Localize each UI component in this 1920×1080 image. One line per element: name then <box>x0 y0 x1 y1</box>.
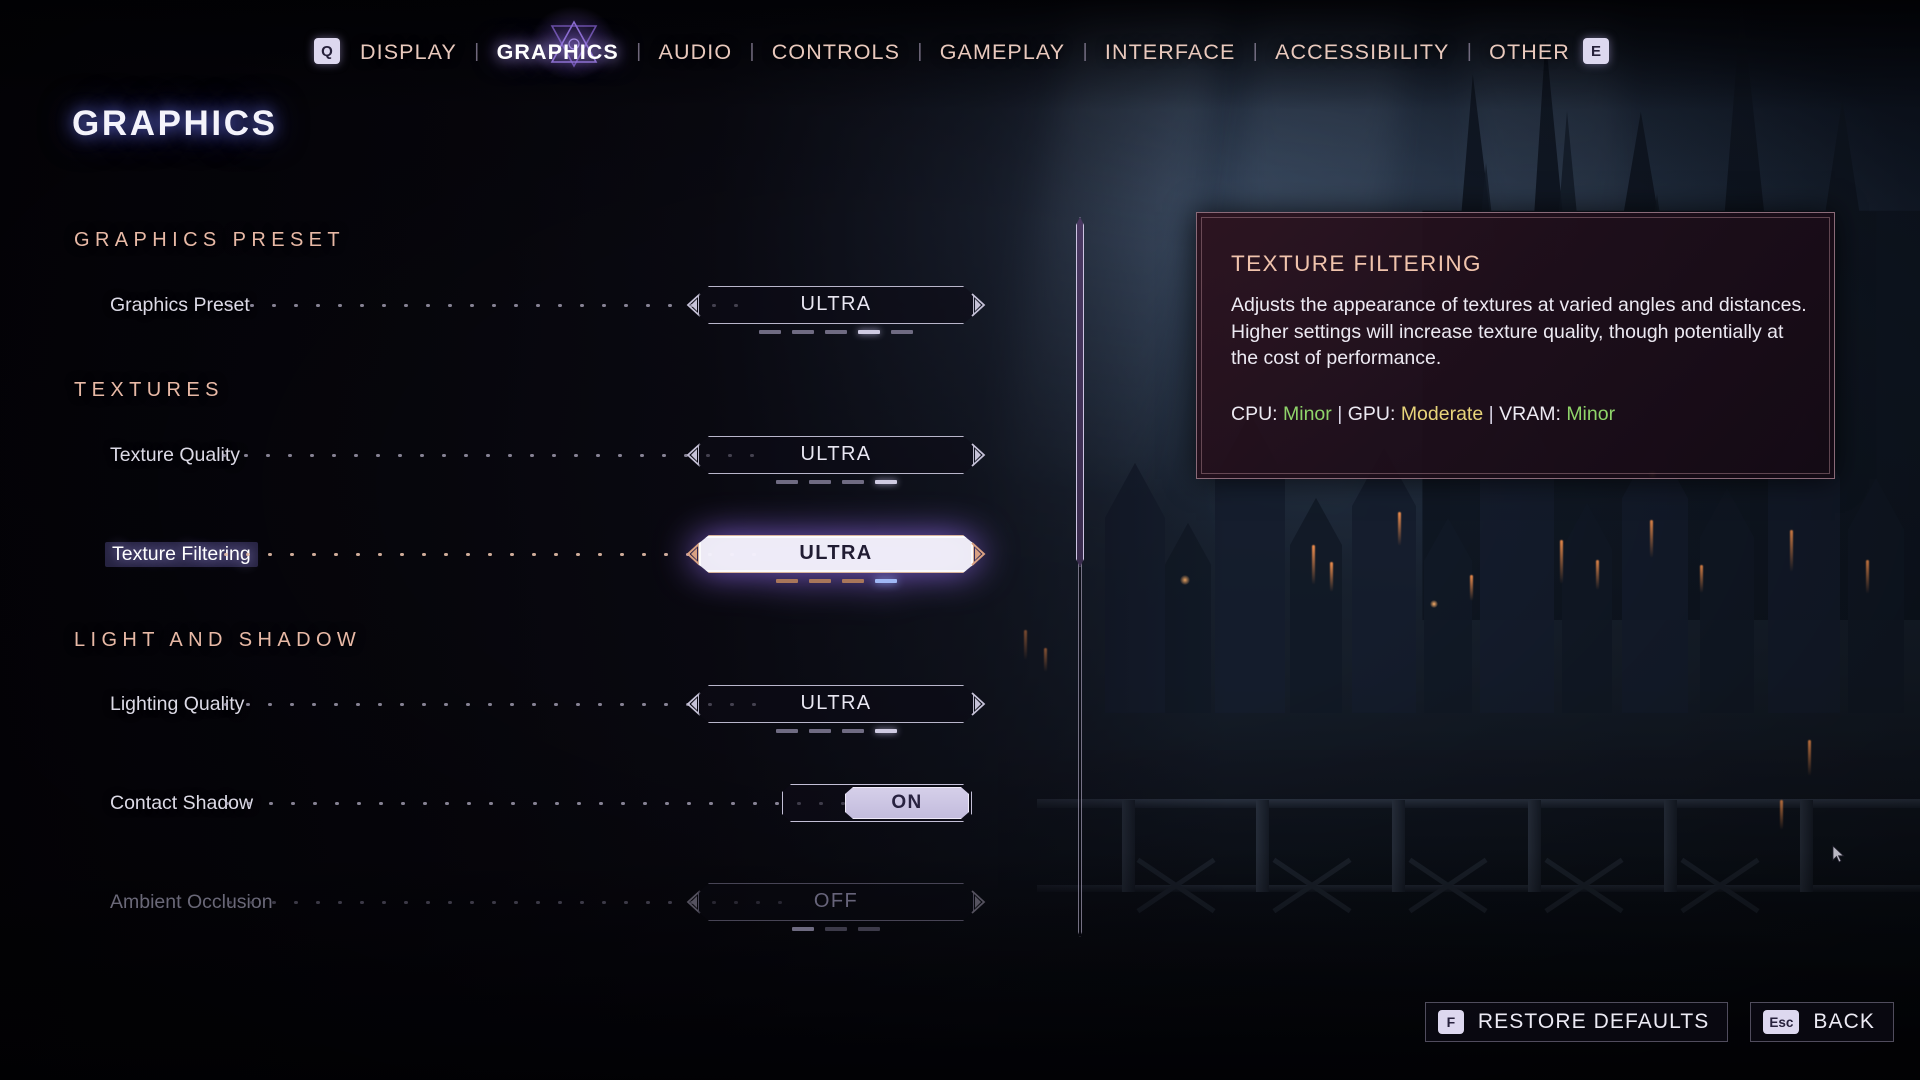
back-key: Esc <box>1763 1010 1800 1034</box>
tab-separator: | <box>636 41 642 62</box>
stepper-right-arrow[interactable] <box>971 443 986 467</box>
next-tab-key[interactable]: E <box>1583 38 1609 64</box>
restore-defaults-key: F <box>1437 1010 1464 1034</box>
toggle-knob: ON <box>845 787 969 819</box>
impact-divider: | <box>1488 403 1494 425</box>
scrollbar-thumb[interactable] <box>1076 217 1084 567</box>
toggle-contact-shadow[interactable]: ON <box>782 784 972 822</box>
setting-row-graphics-preset[interactable]: Graphics Preset ULTRA <box>0 276 1010 334</box>
settings-scrollbar[interactable] <box>1076 217 1084 937</box>
stepper-value: ULTRA <box>799 542 873 564</box>
tab-audio[interactable]: AUDIO <box>659 40 733 65</box>
stepper-ticks <box>686 480 986 486</box>
tab-graphics[interactable]: GRAPHICS <box>497 40 619 65</box>
mouse-cursor <box>1832 845 1845 863</box>
settings-tab-bar: Q E DISPLAY | GRAPHICS | AUDIO | CONTROL… <box>0 0 1920 80</box>
tab-gameplay[interactable]: GAMEPLAY <box>940 40 1066 65</box>
page-title: GRAPHICS <box>72 104 278 143</box>
stepper-value: ULTRA <box>800 692 872 714</box>
prev-tab-key[interactable]: Q <box>314 38 340 64</box>
setting-row-lighting-quality[interactable]: Lighting Quality ULTRA <box>0 675 1010 733</box>
stepper-right-arrow <box>971 890 986 914</box>
stepper-ticks <box>686 729 986 735</box>
stepper-ticks <box>686 927 986 933</box>
stepper-right-arrow[interactable] <box>971 692 986 716</box>
setting-label: Texture Quality <box>110 443 241 466</box>
tooltip-title: TEXTURE FILTERING <box>1231 251 1482 276</box>
tab-separator: | <box>749 41 755 62</box>
tab-controls[interactable]: CONTROLS <box>772 40 900 65</box>
setting-row-texture-filtering[interactable]: Texture Filtering ULTRA <box>0 525 1010 583</box>
back-button[interactable]: Esc BACK <box>1750 1002 1894 1042</box>
stepper-texture-filtering[interactable]: ULTRA <box>686 535 986 583</box>
restore-defaults-label: RESTORE DEFAULTS <box>1477 1010 1710 1033</box>
tab-separator: | <box>1252 41 1258 62</box>
group-heading-light-and-shadow: LIGHT AND SHADOW <box>74 629 362 651</box>
tab-separator: | <box>474 41 480 62</box>
stepper-value: OFF <box>813 890 859 912</box>
stepper-ticks <box>686 579 986 585</box>
stepper-right-arrow[interactable] <box>971 542 986 566</box>
restore-defaults-button[interactable]: F RESTORE DEFAULTS <box>1424 1002 1729 1042</box>
footer-actions: F RESTORE DEFAULTS Esc BACK <box>1424 1002 1894 1042</box>
stepper-lighting-quality[interactable]: ULTRA <box>686 685 986 733</box>
group-heading-textures: TEXTURES <box>74 379 224 401</box>
gpu-label: GPU: <box>1347 403 1396 425</box>
tab-list: DISPLAY | GRAPHICS | AUDIO | CONTROLS | … <box>360 36 1570 68</box>
stepper-ticks <box>686 330 986 336</box>
vram-value: Minor <box>1566 403 1616 425</box>
setting-description-tooltip: TEXTURE FILTERING Adjusts the appearance… <box>1196 212 1835 479</box>
stepper-ambient-occlusion: OFF <box>686 883 986 931</box>
gpu-value: Moderate <box>1400 403 1484 425</box>
stepper-graphics-preset[interactable]: ULTRA <box>686 286 986 334</box>
stepper-value: ULTRA <box>800 443 872 465</box>
leader-dots <box>228 303 756 307</box>
tab-separator: | <box>1082 41 1088 62</box>
group-heading-graphics-preset: GRAPHICS PRESET <box>74 229 346 251</box>
toggle-value: ON <box>891 792 923 813</box>
tab-separator: | <box>1466 41 1472 62</box>
cpu-value: Minor <box>1283 403 1332 425</box>
tab-interface[interactable]: INTERFACE <box>1105 40 1236 65</box>
stepper-texture-quality[interactable]: ULTRA <box>686 436 986 484</box>
tooltip-performance-impact: CPU: Minor | GPU: Moderate | VRAM: Minor <box>1231 403 1615 426</box>
setting-row-contact-shadow[interactable]: Contact Shadow ON <box>0 774 1010 832</box>
cpu-label: CPU: <box>1231 403 1278 425</box>
vram-label: VRAM: <box>1499 403 1561 425</box>
stepper-value: ULTRA <box>800 293 872 315</box>
impact-divider: | <box>1337 403 1343 425</box>
tab-display[interactable]: DISPLAY <box>360 40 457 65</box>
setting-row-ambient-occlusion: Ambient Occlusion OFF <box>0 873 1010 931</box>
tab-other[interactable]: OTHER <box>1489 40 1570 65</box>
back-label: BACK <box>1813 1010 1875 1033</box>
setting-row-texture-quality[interactable]: Texture Quality ULTRA <box>0 426 1010 484</box>
tab-accessibility[interactable]: ACCESSIBILITY <box>1275 40 1449 65</box>
tab-separator: | <box>917 41 923 62</box>
tooltip-description: Adjusts the appearance of textures at va… <box>1231 294 1807 369</box>
stepper-right-arrow[interactable] <box>971 293 986 317</box>
